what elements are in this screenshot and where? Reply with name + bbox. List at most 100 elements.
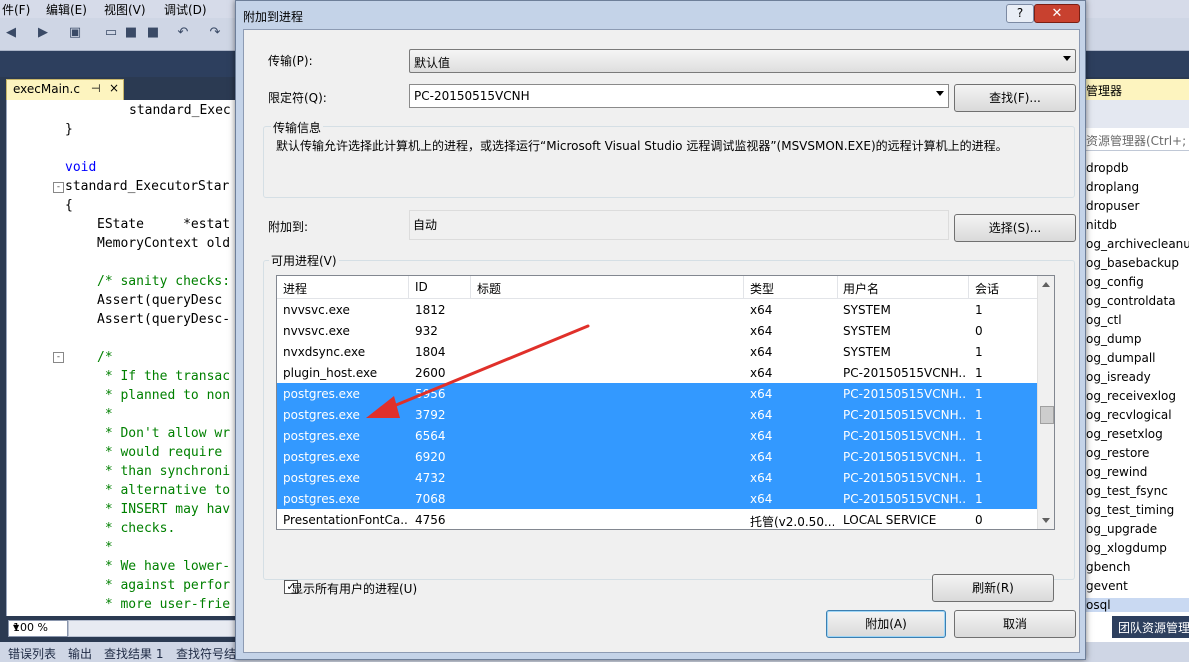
cell-username: LOCAL SERVICE	[843, 513, 937, 527]
help-button[interactable]: ?	[1006, 4, 1034, 23]
cell-username: PC-20150515VCNH...	[843, 408, 965, 422]
cell-session: 1	[975, 429, 983, 443]
code-line: Assert(queryDesc	[97, 293, 231, 308]
tab-team-explorer[interactable]: 团队资源管理	[1112, 616, 1189, 638]
process-row[interactable]: postgres.exe 6920 x64 PC-20150515VCNH... 1	[277, 446, 1037, 467]
process-list[interactable]: 进程 ID 标题 类型 用户名 会话 nvvsvc.exe 1812 x64 SYST…	[276, 275, 1055, 530]
code-editor[interactable]: standard_Exec} void standard_ExecutorStar {…	[6, 100, 235, 616]
column-id[interactable]: ID	[415, 280, 428, 294]
new-project-icon[interactable]: ▣	[66, 24, 84, 42]
process-row[interactable]: nvvsvc.exe 1812 x64 SYSTEM 1	[277, 299, 1037, 320]
attach-to-value: 自动	[413, 218, 438, 232]
select-button[interactable]: 选择(S)...	[954, 214, 1076, 242]
process-row[interactable]: nvxdsync.exe 1804 x64 SYSTEM 1	[277, 341, 1037, 362]
qualifier-input[interactable]: PC-20150515VCNH	[409, 84, 949, 108]
scroll-thumb[interactable]	[1040, 406, 1054, 424]
dialog-titlebar: 附加到进程 ? ✕	[236, 1, 1085, 29]
solution-tree-item[interactable]: og_restore	[1086, 446, 1149, 460]
tab-execmain[interactable]: execMain.c ⊣ ×	[6, 79, 124, 101]
code-line: standard_Exec	[129, 103, 231, 118]
code-line: * than synchroni	[97, 464, 231, 479]
process-row[interactable]: postgres.exe 6564 x64 PC-20150515VCNH... 1	[277, 425, 1037, 446]
code-line: EState *estat	[97, 217, 231, 232]
column-type[interactable]: 类型	[750, 280, 774, 297]
transport-label: 传输(P):	[268, 54, 313, 68]
open-file-icon[interactable]: ▭	[102, 24, 120, 42]
solution-tree-item[interactable]: og_basebackup	[1086, 256, 1179, 270]
process-row[interactable]: postgres.exe 3792 x64 PC-20150515VCNH... 1	[277, 404, 1037, 425]
save-all-icon[interactable]: ■	[144, 24, 162, 42]
cancel-button[interactable]: 取消	[954, 610, 1076, 638]
solution-tree-item[interactable]: osql	[1086, 598, 1189, 612]
zoom-select[interactable]: 100 % ▼	[8, 620, 68, 637]
fold-toggle-icon[interactable]: -	[53, 352, 64, 363]
solution-tree-item[interactable]: og_archivecleanup	[1086, 237, 1189, 251]
cell-id: 4756	[415, 513, 446, 527]
cell-username: PC-20150515VCNH...	[843, 450, 965, 464]
solution-tree-item[interactable]: og_config	[1086, 275, 1144, 289]
solution-tree-item[interactable]: gevent	[1086, 579, 1128, 593]
tab-error-list[interactable]: 错误列表	[8, 645, 56, 662]
solution-tree-item[interactable]: nitdb	[1086, 218, 1117, 232]
menu-view[interactable]: 视图(V)	[104, 1, 146, 18]
menu-file[interactable]: 件(F)	[2, 1, 30, 18]
solution-tree-item[interactable]: droplang	[1086, 180, 1139, 194]
tab-output[interactable]: 输出	[68, 645, 92, 662]
column-process[interactable]: 进程	[283, 280, 307, 297]
close-icon[interactable]: ×	[109, 81, 119, 95]
solution-tree-item[interactable]: og_rewind	[1086, 465, 1147, 479]
process-row[interactable]: postgres.exe 4732 x64 PC-20150515VCNH... 1	[277, 467, 1037, 488]
attach-button[interactable]: 附加(A)	[826, 610, 946, 638]
solution-tree-item[interactable]: og_receivexlog	[1086, 389, 1176, 403]
process-row[interactable]: nvvsvc.exe 932 x64 SYSTEM 0	[277, 320, 1037, 341]
cell-id: 5956	[415, 387, 446, 401]
tab-find-symbol[interactable]: 查找符号结	[176, 645, 236, 662]
close-button[interactable]: ✕	[1034, 4, 1080, 23]
process-row[interactable]: postgres.exe 5956 x64 PC-20150515VCNH... 1	[277, 383, 1037, 404]
solution-tree-item[interactable]: og_dump	[1086, 332, 1142, 346]
solution-tree-item[interactable]: og_isready	[1086, 370, 1151, 384]
column-title[interactable]: 标题	[477, 280, 501, 297]
solution-tree-item[interactable]: og_test_timing	[1086, 503, 1174, 517]
transport-select[interactable]: 默认值	[409, 49, 1076, 73]
cell-process: postgres.exe	[283, 492, 360, 506]
editor-horizontal-scrollbar[interactable]	[68, 620, 236, 637]
solution-tree-item[interactable]: og_ctl	[1086, 313, 1122, 327]
scroll-down-icon[interactable]	[1042, 518, 1050, 523]
process-list-scrollbar[interactable]	[1037, 276, 1054, 529]
process-row[interactable]: postgres.exe 7068 x64 PC-20150515VCNH... 1	[277, 488, 1037, 509]
solution-tree-item[interactable]: og_recvlogical	[1086, 408, 1172, 422]
code-line: *	[97, 540, 113, 555]
solution-tree-item[interactable]: og_controldata	[1086, 294, 1176, 308]
column-username[interactable]: 用户名	[843, 280, 879, 297]
column-session[interactable]: 会话	[975, 280, 999, 297]
forward-icon[interactable]: ▶	[34, 24, 52, 42]
solution-tree-item[interactable]: og_resetxlog	[1086, 427, 1163, 441]
solution-tree-item[interactable]: dropdb	[1086, 161, 1128, 175]
save-icon[interactable]: ■	[122, 24, 140, 42]
cell-process: nvxdsync.exe	[283, 345, 366, 359]
attach-to-label: 附加到:	[268, 220, 309, 234]
redo-icon[interactable]: ↷	[206, 24, 224, 42]
solution-search-input[interactable]: 资源管理器(Ctrl+;	[1086, 132, 1189, 151]
process-row[interactable]: plugin_host.exe 2600 x64 PC-20150515VCNH...…	[277, 362, 1037, 383]
process-row[interactable]: PresentationFontCa... 4756 托管(v2.0.50... LO…	[277, 509, 1037, 529]
process-list-header: 进程 ID 标题 类型 用户名 会话	[277, 276, 1037, 299]
solution-tree-item[interactable]: og_test_fsync	[1086, 484, 1168, 498]
refresh-button[interactable]: 刷新(R)	[932, 574, 1054, 602]
menu-edit[interactable]: 编辑(E)	[46, 1, 87, 18]
solution-tree-item[interactable]: og_upgrade	[1086, 522, 1157, 536]
scroll-up-icon[interactable]	[1042, 282, 1050, 287]
find-button[interactable]: 查找(F)...	[954, 84, 1076, 112]
tab-find-results[interactable]: 查找结果 1	[104, 645, 163, 662]
menu-debug[interactable]: 调试(D)	[164, 1, 207, 18]
fold-toggle-icon[interactable]: -	[53, 182, 64, 193]
undo-icon[interactable]: ↶	[174, 24, 192, 42]
solution-tree-item[interactable]: gbench	[1086, 560, 1130, 574]
solution-tree-item[interactable]: og_dumpall	[1086, 351, 1156, 365]
solution-tree-item[interactable]: dropuser	[1086, 199, 1139, 213]
cell-process: nvvsvc.exe	[283, 324, 350, 338]
pin-icon[interactable]: ⊣	[91, 82, 101, 95]
solution-tree-item[interactable]: og_xlogdump	[1086, 541, 1167, 555]
back-icon[interactable]: ◀	[2, 24, 20, 42]
